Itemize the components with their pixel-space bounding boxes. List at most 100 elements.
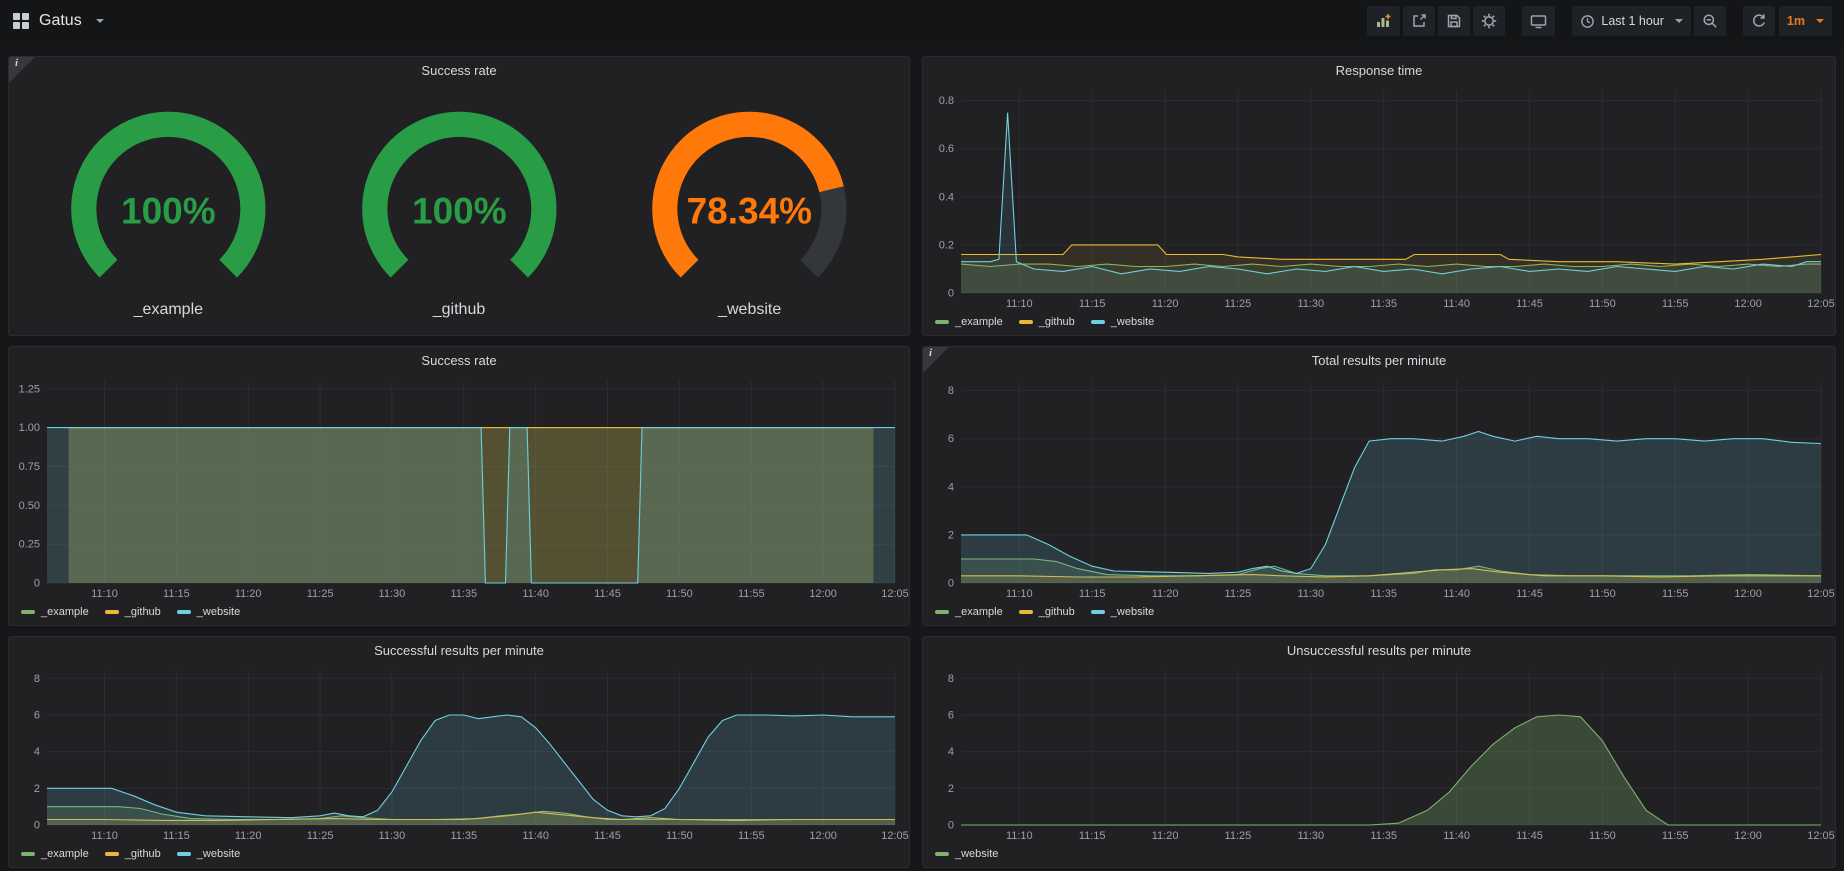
svg-text:12:00: 12:00 xyxy=(809,588,837,600)
chart-canvas[interactable]: 00.20.40.60.811:1011:1511:2011:2511:3011… xyxy=(923,83,1835,313)
panel-title[interactable]: Success rate xyxy=(9,57,909,83)
svg-text:11:35: 11:35 xyxy=(1370,830,1397,842)
legend-item-_example[interactable]: _example xyxy=(935,316,1003,328)
svg-text:11:35: 11:35 xyxy=(1370,588,1397,600)
svg-text:4: 4 xyxy=(948,746,954,758)
legend-item-_example[interactable]: _example xyxy=(21,606,89,618)
panel-title[interactable]: Success rate xyxy=(9,347,909,373)
svg-text:11:45: 11:45 xyxy=(1516,830,1543,842)
chart-svg[interactable]: 0246811:1011:1511:2011:2511:3011:3511:40… xyxy=(923,373,1835,603)
legend-series-label: _github xyxy=(125,606,161,618)
dashboard-title[interactable]: Gatus xyxy=(39,12,82,30)
share-icon xyxy=(1411,13,1427,29)
add-panel-button[interactable] xyxy=(1367,6,1400,36)
legend-item-_github[interactable]: _github xyxy=(1019,316,1075,328)
chart-canvas[interactable]: 0246811:1011:1511:2011:2511:3011:3511:40… xyxy=(923,663,1835,845)
gauge-arc-svg: 100% xyxy=(23,85,314,301)
legend-item-_website[interactable]: _website xyxy=(177,606,240,618)
chart-canvas[interactable]: 0246811:1011:1511:2011:2511:3011:3511:40… xyxy=(923,373,1835,603)
legend-item-_website[interactable]: _website xyxy=(1091,316,1154,328)
chart-legend: _website xyxy=(923,845,1835,867)
svg-text:11:50: 11:50 xyxy=(1589,588,1616,600)
legend-item-_website[interactable]: _website xyxy=(935,848,998,860)
legend-item-_example[interactable]: _example xyxy=(935,606,1003,618)
gauge-canvas: 78.34% xyxy=(604,85,895,301)
svg-text:11:30: 11:30 xyxy=(1297,298,1324,310)
svg-text:6: 6 xyxy=(34,710,40,722)
refresh-button[interactable] xyxy=(1743,6,1775,36)
chart-canvas[interactable]: 0246811:1011:1511:2011:2511:3011:3511:40… xyxy=(9,663,909,845)
svg-text:11:55: 11:55 xyxy=(1662,830,1689,842)
navbar-right: Last 1 hour 1m xyxy=(1367,6,1832,36)
refresh-interval-caret-icon xyxy=(1816,19,1824,23)
svg-text:8: 8 xyxy=(34,673,40,685)
legend-item-_github[interactable]: _github xyxy=(1019,606,1075,618)
legend-item-_website[interactable]: _website xyxy=(1091,606,1154,618)
svg-text:11:10: 11:10 xyxy=(1006,298,1033,310)
svg-text:11:20: 11:20 xyxy=(1152,588,1179,600)
legend-series-marker xyxy=(177,610,191,614)
svg-text:11:10: 11:10 xyxy=(91,588,118,600)
svg-text:4: 4 xyxy=(948,481,954,493)
dashboards-grid-icon[interactable] xyxy=(12,12,30,30)
chart-canvas[interactable]: 00.250.500.751.001.2511:1011:1511:2011:2… xyxy=(9,373,909,603)
legend-series-label: _example xyxy=(955,316,1003,328)
svg-text:11:50: 11:50 xyxy=(1589,298,1616,310)
svg-text:12:00: 12:00 xyxy=(809,830,837,842)
svg-text:11:40: 11:40 xyxy=(1443,298,1470,310)
panel-title[interactable]: Total results per minute xyxy=(923,347,1835,373)
svg-text:11:45: 11:45 xyxy=(594,830,621,842)
chart-legend: _example _github _website xyxy=(923,603,1835,625)
svg-text:11:45: 11:45 xyxy=(1516,588,1543,600)
svg-text:11:15: 11:15 xyxy=(163,588,190,600)
legend-series-label: _example xyxy=(41,848,89,860)
zoom-out-button[interactable] xyxy=(1694,6,1726,36)
settings-button[interactable] xyxy=(1473,6,1505,36)
svg-text:11:50: 11:50 xyxy=(666,588,693,600)
svg-text:12:00: 12:00 xyxy=(1734,588,1762,600)
chart-svg[interactable]: 0246811:1011:1511:2011:2511:3011:3511:40… xyxy=(9,663,909,845)
refresh-icon xyxy=(1751,13,1767,29)
legend-series-marker xyxy=(1019,610,1033,614)
legend-item-_website[interactable]: _website xyxy=(177,848,240,860)
legend-item-_github[interactable]: _github xyxy=(105,848,161,860)
svg-text:11:15: 11:15 xyxy=(163,830,190,842)
svg-text:11:50: 11:50 xyxy=(1589,830,1616,842)
save-button[interactable] xyxy=(1438,6,1470,36)
time-range-button[interactable]: Last 1 hour xyxy=(1572,6,1691,36)
svg-text:0.50: 0.50 xyxy=(19,500,40,512)
svg-text:2: 2 xyxy=(34,783,40,795)
gauge-label: _example xyxy=(134,301,203,327)
svg-text:8: 8 xyxy=(948,673,954,685)
legend-series-label: _website xyxy=(197,606,240,618)
legend-item-_github[interactable]: _github xyxy=(105,606,161,618)
svg-text:11:55: 11:55 xyxy=(1662,588,1689,600)
gauge-value: 78.34% xyxy=(687,190,812,231)
panel-response-time: Response time 00.20.40.60.811:1011:1511:… xyxy=(922,56,1836,336)
panel-unsuccessful-results: Unsuccessful results per minute 0246811:… xyxy=(922,636,1836,868)
legend-series-marker xyxy=(935,852,949,856)
panel-title[interactable]: Response time xyxy=(923,57,1835,83)
info-glyph: i xyxy=(929,347,932,359)
refresh-interval-label: 1m xyxy=(1787,14,1805,28)
svg-text:11:55: 11:55 xyxy=(1662,298,1689,310)
svg-text:11:20: 11:20 xyxy=(235,830,262,842)
chart-svg[interactable]: 00.20.40.60.811:1011:1511:2011:2511:3011… xyxy=(923,83,1835,313)
legend-series-marker xyxy=(1091,320,1105,324)
share-button[interactable] xyxy=(1403,6,1435,36)
cycle-view-button[interactable] xyxy=(1522,6,1555,36)
panel-title[interactable]: Successful results per minute xyxy=(9,637,909,663)
legend-series-marker xyxy=(105,610,119,614)
panel-title[interactable]: Unsuccessful results per minute xyxy=(923,637,1835,663)
gauge-example: 100% _example xyxy=(23,85,314,327)
svg-text:11:35: 11:35 xyxy=(1370,298,1397,310)
svg-text:8: 8 xyxy=(948,385,954,397)
dashboard-caret-icon[interactable] xyxy=(96,19,104,23)
chart-svg[interactable]: 00.250.500.751.001.2511:1011:1511:2011:2… xyxy=(9,373,909,603)
refresh-interval-button[interactable]: 1m xyxy=(1779,6,1832,36)
chart-svg[interactable]: 0246811:1011:1511:2011:2511:3011:3511:40… xyxy=(923,663,1835,845)
svg-text:11:10: 11:10 xyxy=(1006,588,1033,600)
navbar-left: Gatus xyxy=(12,12,104,30)
legend-item-_example[interactable]: _example xyxy=(21,848,89,860)
time-range-caret-icon xyxy=(1675,19,1683,23)
